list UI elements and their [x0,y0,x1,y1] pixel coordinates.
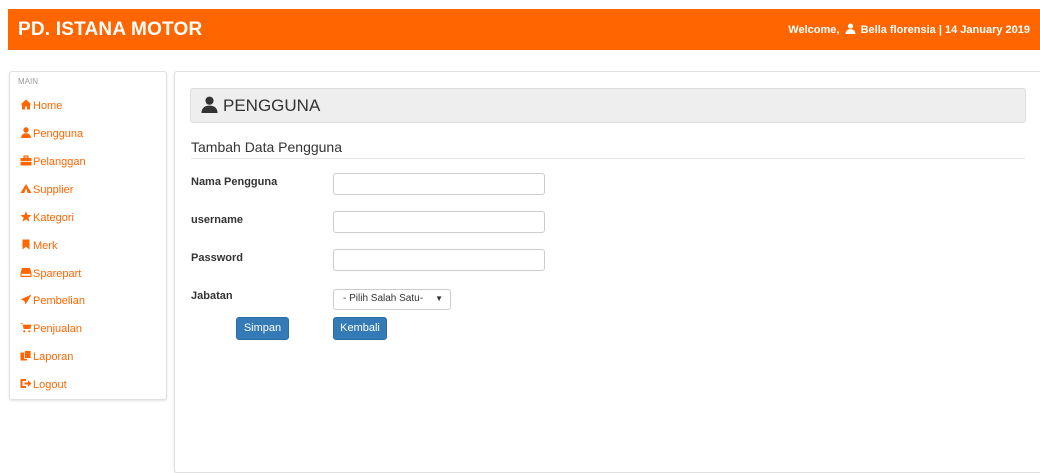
hdd-icon [20,267,32,278]
sidebar: MAIN Home Pengguna Pelanggan Supplier Ka… [9,71,167,400]
sidebar-heading: MAIN [18,77,38,86]
welcome-user-name: Bella florensia [860,24,936,36]
sidebar-item-pengguna[interactable]: Pengguna [20,127,83,140]
kembali-button[interactable]: Kembali [333,317,387,340]
bookmark-icon [20,239,32,250]
sidebar-item-label: Pembelian [33,295,85,307]
welcome-separator: | [938,24,942,36]
sidebar-item-logout[interactable]: Logout [20,378,67,391]
brand-logo[interactable]: PD. ISTANA MOTOR [18,19,202,41]
briefcase-icon [20,155,32,166]
jabatan-label: Jabatan [191,290,233,302]
password-label: Password [191,252,243,264]
main-panel: PENGGUNA Tambah Data Pengguna Nama Pengg… [174,71,1040,473]
welcome-info: Welcome, Bella florensia | 14 January 20… [788,23,1030,37]
form-divider [191,158,1025,159]
sidebar-item-label: Kategori [33,212,74,224]
form-title: Tambah Data Pengguna [191,139,342,155]
sidebar-item-label: Laporan [33,351,74,363]
top-navbar: PD. ISTANA MOTOR Welcome, Bella florensi… [8,9,1040,50]
page-title: PENGGUNA [223,96,321,115]
sidebar-item-pelanggan[interactable]: Pelanggan [20,155,86,168]
logout-icon [20,378,32,389]
sidebar-item-home[interactable]: Home [20,99,62,112]
simpan-button[interactable]: Simpan [236,317,289,340]
sidebar-item-sparepart[interactable]: Sparepart [20,267,81,280]
sidebar-item-penjualan[interactable]: Penjualan [20,322,82,335]
sidebar-item-label: Home [33,100,63,112]
copy-icon [20,350,32,361]
user-icon [844,23,856,37]
sidebar-item-label: Pelanggan [33,156,86,168]
cart-icon [20,322,32,333]
send-icon [20,294,32,305]
star-icon [20,211,32,222]
sidebar-item-merk[interactable]: Merk [20,239,57,252]
sidebar-item-label: Pengguna [33,128,84,140]
page-header: PENGGUNA [190,88,1026,123]
nama-pengguna-label: Nama Pengguna [191,176,278,188]
jabatan-select[interactable]: - Pilih Salah Satu- ▼ [333,289,451,310]
sidebar-item-label: Logout [33,379,67,391]
sidebar-item-label: Penjualan [33,323,82,335]
home-icon [20,99,32,110]
welcome-date: 14 January 2019 [944,24,1030,36]
welcome-prefix: Welcome, [788,24,840,36]
sidebar-item-label: Sparepart [33,268,82,280]
sidebar-item-label: Supplier [33,184,74,196]
nama-pengguna-input[interactable] [333,173,545,195]
chevron-down-icon: ▼ [435,294,443,303]
sidebar-item-laporan[interactable]: Laporan [20,350,73,363]
sidebar-item-supplier[interactable]: Supplier [20,183,73,196]
sidebar-item-label: Merk [33,240,58,252]
username-label: username [191,214,243,226]
jabatan-selected-value: - Pilih Salah Satu- [343,293,424,304]
user-icon [20,127,32,138]
tent-icon [20,183,32,194]
password-input[interactable] [333,249,545,271]
sidebar-item-pembelian[interactable]: Pembelian [20,294,85,307]
sidebar-item-kategori[interactable]: Kategori [20,211,74,224]
user-icon [201,96,218,116]
username-input[interactable] [333,211,545,233]
